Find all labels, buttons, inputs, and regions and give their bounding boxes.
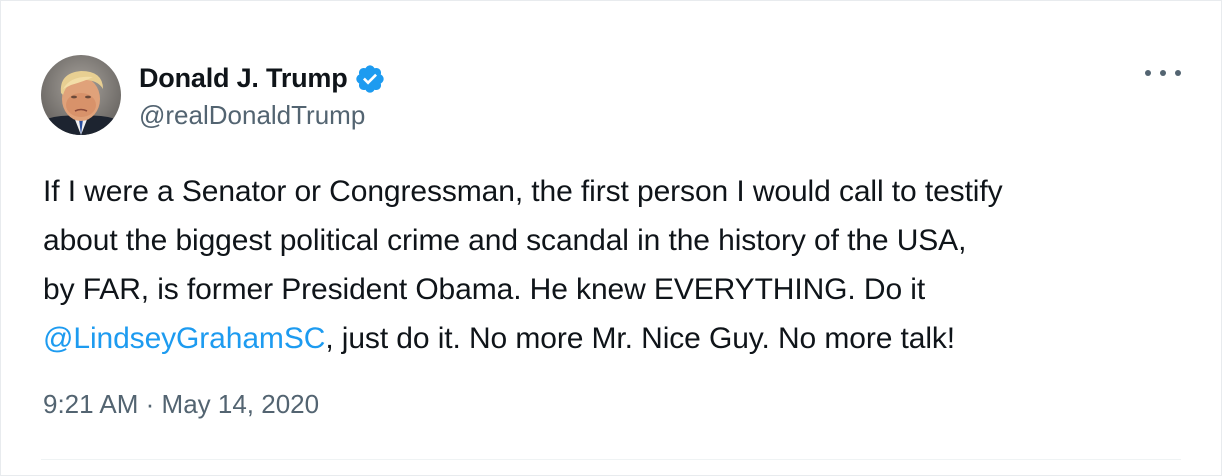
tweet-timestamp[interactable]: 9:21 AM · May 14, 2020 bbox=[43, 389, 319, 420]
more-dot bbox=[1145, 70, 1151, 76]
tweet-card: Donald J. Trump @realDonaldTrump If I we… bbox=[0, 0, 1222, 476]
author-display-name[interactable]: Donald J. Trump bbox=[139, 63, 348, 94]
mention-link[interactable]: @LindseyGrahamSC bbox=[43, 322, 325, 355]
name-row: Donald J. Trump bbox=[139, 60, 386, 98]
divider bbox=[41, 459, 1181, 460]
avatar[interactable] bbox=[41, 55, 121, 135]
tweet-body: If I were a Senator or Congressman, the … bbox=[43, 167, 1188, 363]
tweet-text-line: If I were a Senator or Congressman, the … bbox=[43, 175, 1003, 208]
author-handle[interactable]: @realDonaldTrump bbox=[139, 100, 386, 131]
tweet-time: 9:21 AM bbox=[43, 389, 139, 419]
author-identity: Donald J. Trump @realDonaldTrump bbox=[139, 60, 386, 131]
tweet-date: May 14, 2020 bbox=[161, 389, 320, 419]
tweet-header: Donald J. Trump @realDonaldTrump bbox=[41, 55, 386, 135]
verified-badge-icon[interactable] bbox=[354, 63, 386, 95]
meta-separator: · bbox=[145, 389, 155, 419]
more-dot bbox=[1160, 70, 1166, 76]
more-dot bbox=[1175, 70, 1181, 76]
avatar-image bbox=[41, 55, 121, 135]
tweet-text-line: , just do it. No more Mr. Nice Guy. No m… bbox=[325, 322, 956, 355]
tweet-text-line: about the biggest political crime and sc… bbox=[43, 224, 967, 257]
more-options-icon[interactable] bbox=[1145, 61, 1181, 85]
tweet-text-line: by FAR, is former President Obama. He kn… bbox=[43, 273, 926, 306]
